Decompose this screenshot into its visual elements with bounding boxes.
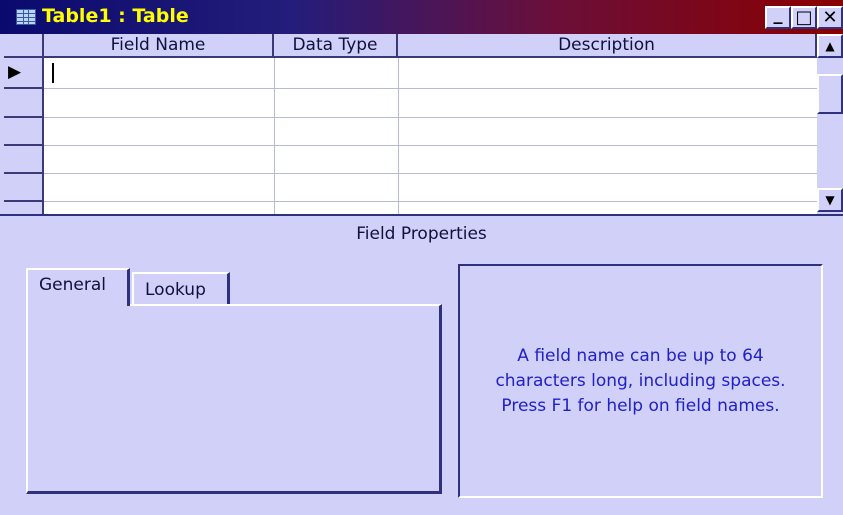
column-header-label: Data Type [292, 35, 378, 55]
arrow-down-icon: ▼ [825, 193, 835, 207]
help-panel: A field name can be up to 64 characters … [458, 264, 823, 498]
tab-general[interactable]: General [26, 268, 130, 306]
column-header-label: Description [558, 35, 655, 55]
row-selector[interactable] [4, 118, 44, 146]
arrow-up-icon: ▲ [825, 39, 835, 53]
tab-lookup[interactable]: Lookup [132, 272, 230, 304]
row-selector[interactable] [4, 174, 44, 202]
close-button[interactable]: ✕ [817, 6, 843, 29]
table-row[interactable] [44, 174, 817, 202]
close-icon: ✕ [822, 7, 838, 28]
table-row[interactable] [44, 146, 817, 174]
help-text: A field name can be up to 64 characters … [495, 345, 786, 416]
column-divider [398, 58, 399, 214]
divider [0, 214, 843, 216]
row-selector[interactable]: ▶ [4, 58, 44, 89]
table-design-window: Table1 : Table _ □ ✕ Field Name Data Typ… [0, 0, 843, 515]
maximize-icon: □ [795, 7, 813, 28]
scroll-down-button[interactable]: ▼ [817, 188, 843, 212]
column-header-field-name[interactable]: Field Name [44, 34, 274, 58]
table-icon [16, 9, 36, 25]
column-header-description[interactable]: Description [398, 34, 817, 58]
minimize-button[interactable]: _ [765, 4, 791, 29]
field-properties-label: Field Properties [356, 224, 487, 244]
row-selector[interactable] [4, 146, 44, 174]
general-properties-panel [26, 304, 442, 494]
row-selector[interactable] [4, 89, 44, 118]
table-row[interactable] [44, 118, 817, 146]
scroll-thumb[interactable] [817, 74, 843, 114]
scroll-up-button[interactable]: ▲ [817, 34, 843, 58]
table-row[interactable] [44, 89, 817, 118]
tab-label: General [39, 275, 106, 295]
title-bar[interactable]: Table1 : Table _ □ ✕ [0, 0, 843, 34]
window-title: Table1 : Table [42, 5, 189, 27]
text-cursor [52, 63, 54, 83]
column-header-label: Field Name [110, 35, 206, 55]
grid-corner [4, 34, 44, 58]
table-row[interactable] [44, 58, 817, 89]
maximize-button[interactable]: □ [791, 6, 817, 29]
current-row-marker-icon: ▶ [8, 62, 22, 82]
tab-label: Lookup [145, 280, 206, 300]
vertical-scrollbar[interactable]: ▲ ▼ [817, 34, 843, 214]
minimize-icon: _ [773, 4, 783, 25]
field-grid[interactable]: Field Name Data Type Description ▶ [4, 34, 817, 214]
column-divider [274, 58, 275, 214]
column-header-data-type[interactable]: Data Type [274, 34, 398, 58]
row-selector[interactable] [4, 202, 44, 214]
